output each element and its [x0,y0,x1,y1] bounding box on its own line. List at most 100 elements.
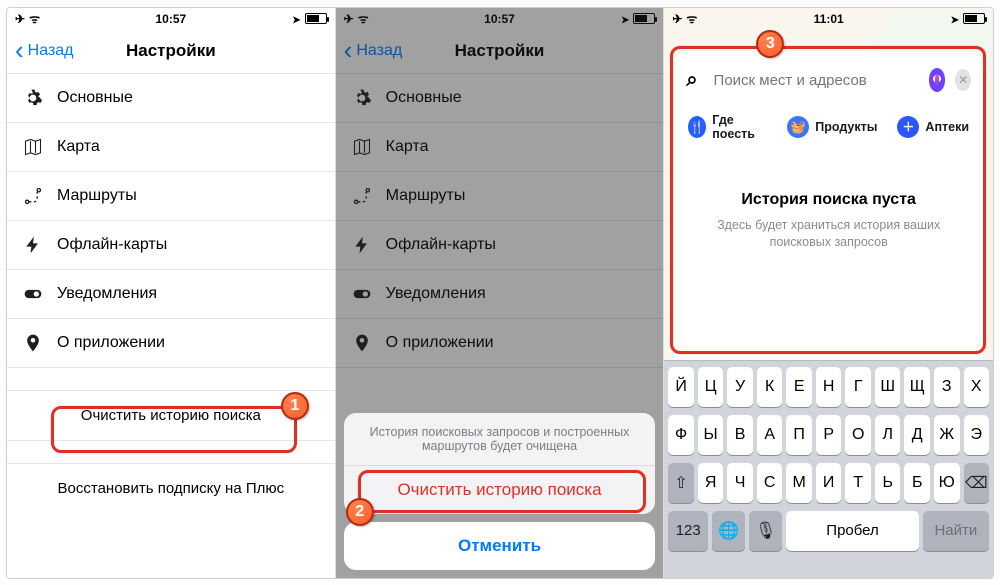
map-icon [352,137,372,157]
letter-key[interactable]: Ш [875,367,901,407]
alice-icon[interactable] [929,68,946,92]
empty-title: История поиска пуста [686,191,971,209]
close-icon[interactable]: ✕ [955,69,971,91]
back-button[interactable]: Назад [344,42,403,60]
letter-key[interactable]: Ф [668,415,694,455]
letter-key[interactable]: П [786,415,812,455]
letter-key[interactable]: М [786,463,812,503]
letter-key[interactable]: Р [816,415,842,455]
letter-key[interactable]: Н [816,367,842,407]
search-icon [686,69,697,92]
step-badge-2: 2 [346,498,374,526]
food-icon: 🍴 [688,116,706,138]
settings-item-map[interactable]: Карта [336,123,664,172]
letter-key[interactable]: Б [904,463,930,503]
settings-item-label: Офлайн-карты [57,236,167,254]
settings-item-notifications[interactable]: Уведомления [7,270,335,319]
letter-key[interactable]: Щ [904,367,930,407]
letter-key[interactable]: О [845,415,871,455]
screen-search: 11:01 ✕ 🍴Где поесть 🧺Продукты ＋Аптеки Ис… [664,8,993,578]
airplane-icon [344,12,354,26]
letter-key[interactable]: У [727,367,753,407]
settings-item-label: Карта [57,138,100,156]
globe-key[interactable]: 🌐 [712,511,745,551]
step-badge-3: 3 [756,30,784,58]
letter-key[interactable]: Й [668,367,694,407]
letter-key[interactable]: Х [964,367,990,407]
letter-key[interactable]: Ж [934,415,960,455]
settings-item-map[interactable]: Карта [7,123,335,172]
keyboard-row: 123 🌐 🎙 Пробел Найти [668,511,989,551]
letter-key[interactable]: Л [875,415,901,455]
settings-item-general[interactable]: Основные [336,74,664,123]
settings-item-about[interactable]: О приложении [336,319,664,368]
settings-item-about[interactable]: О приложении [7,319,335,368]
chip-food[interactable]: 🍴Где поесть [688,113,767,141]
letter-key[interactable]: Ы [698,415,724,455]
settings-item-label: Основные [57,89,133,107]
letter-key[interactable]: Г [845,367,871,407]
letter-key[interactable]: В [727,415,753,455]
settings-item-general[interactable]: Основные [7,74,335,123]
letter-key[interactable]: Ч [727,463,753,503]
battery-icon [305,13,327,24]
status-bar: 10:57 [7,8,335,30]
settings-item-offline[interactable]: Офлайн-карты [336,221,664,270]
back-button[interactable]: Назад [15,42,74,60]
toggle-icon [23,284,43,304]
letter-key[interactable]: Ц [698,367,724,407]
find-key[interactable]: Найти [923,511,989,551]
navbar: Назад Настройки [7,30,335,74]
chip-grocery[interactable]: 🧺Продукты [787,113,877,141]
letter-key[interactable]: Я [698,463,724,503]
letter-key[interactable]: Э [964,415,990,455]
shift-key[interactable]: ⇧ [668,463,694,503]
settings-list: Основные Карта Маршруты Офлайн-карты Уве… [7,74,335,368]
chip-pharmacy[interactable]: ＋Аптеки [897,113,969,141]
letter-key[interactable]: З [934,367,960,407]
gear-icon [352,88,372,108]
keyboard: ЙЦУКЕНГШЩЗХ ФЫВАПРОЛДЖЭ ⇧ ЯЧСМИТЬБЮ ⌫ 12… [664,360,993,578]
mic-key[interactable]: 🎙 [749,511,782,551]
map-icon [23,137,43,157]
letter-key[interactable]: С [757,463,783,503]
action-sheet: История поисковых запросов и построенных… [344,413,656,570]
pin-icon [23,333,43,353]
sheet-cancel-button[interactable]: Отменить [344,522,656,570]
search-bar: ✕ [686,64,971,97]
letter-key[interactable]: Ю [934,463,960,503]
category-chips: 🍴Где поесть 🧺Продукты ＋Аптеки [688,113,969,141]
letter-key[interactable]: Т [845,463,871,503]
letter-key[interactable]: Е [786,367,812,407]
search-input[interactable] [708,64,919,97]
settings-item-offline[interactable]: Офлайн-карты [7,221,335,270]
settings-list: Основные Карта Маршруты Офлайн-карты Уве… [336,74,664,368]
space-key[interactable]: Пробел [786,511,918,551]
letter-key[interactable]: Ь [875,463,901,503]
status-time: 10:57 [7,12,335,26]
page-title: Настройки [126,41,216,61]
letter-key[interactable]: К [757,367,783,407]
step-badge-1: 1 [281,392,309,420]
settings-item-notifications[interactable]: Уведомления [336,270,664,319]
letter-key[interactable]: И [816,463,842,503]
settings-item-label: О приложении [57,334,165,352]
backspace-key[interactable]: ⌫ [964,463,990,503]
battery-icon [963,13,985,24]
sheet-confirm-button[interactable]: Очистить историю поиска [344,466,656,514]
letter-key[interactable]: А [757,415,783,455]
letter-key[interactable]: Д [904,415,930,455]
settings-item-routes[interactable]: Маршруты [7,172,335,221]
keyboard-row: ⇧ ЯЧСМИТЬБЮ ⌫ [668,463,989,503]
settings-item-routes[interactable]: Маршруты [336,172,664,221]
restore-plus-button[interactable]: Восстановить подписку на Плюс [7,464,335,513]
keyboard-row: ЙЦУКЕНГШЩЗХ [668,367,989,407]
sheet-message: История поисковых запросов и построенных… [344,413,656,466]
route-icon [23,186,43,206]
keyboard-row: ФЫВАПРОЛДЖЭ [668,415,989,455]
page-title: Настройки [455,41,545,61]
status-bar: 10:57 [336,8,664,30]
numbers-key[interactable]: 123 [668,511,708,551]
screen-settings: 10:57 Назад Настройки Основные Карта Мар… [7,8,336,578]
basket-icon: 🧺 [787,116,809,138]
